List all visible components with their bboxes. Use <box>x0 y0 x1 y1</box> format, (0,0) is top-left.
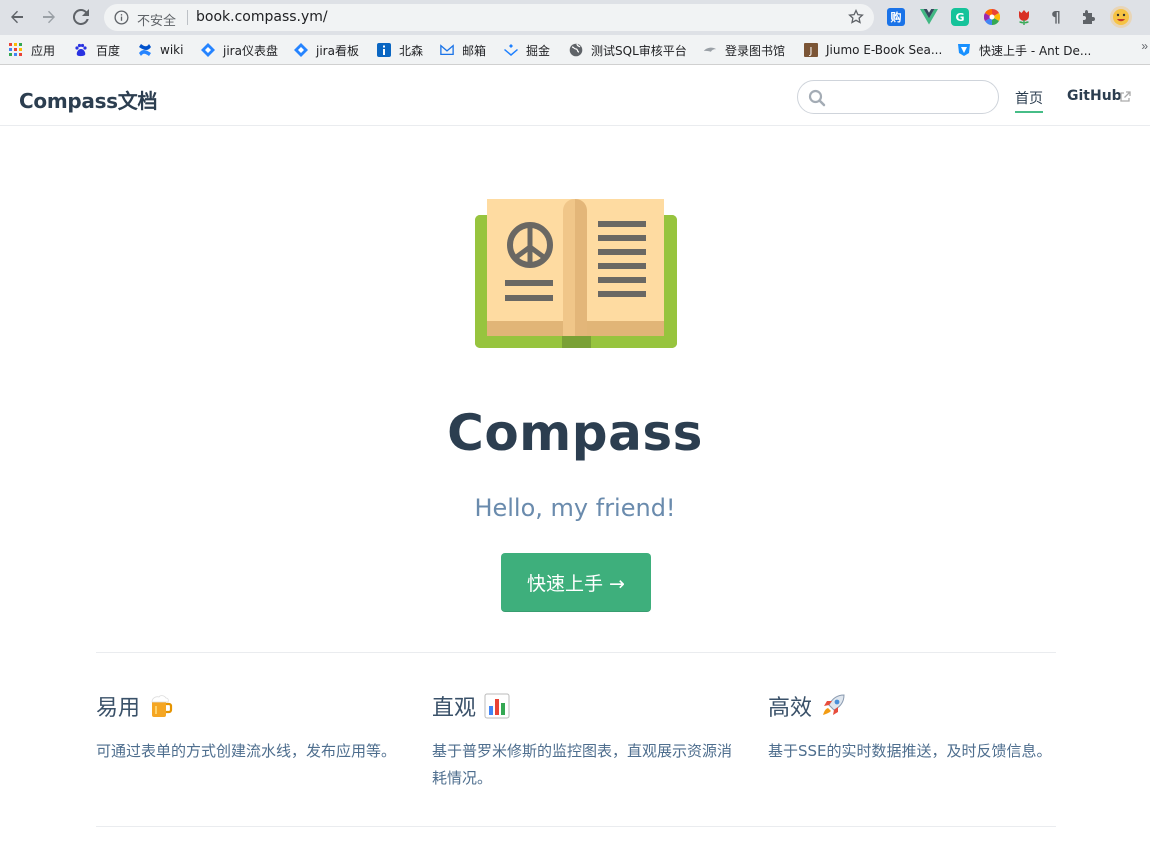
feature-title-text: 高效 <box>768 696 813 721</box>
pilcrow-extension-icon[interactable]: ¶ <box>1047 8 1065 26</box>
beer-icon <box>151 695 173 717</box>
apps-grid-icon <box>9 43 23 57</box>
bookmarks-bar: 应用 百度 wiki jira仪表盘 jira看板 北森 邮箱 掘金 测试SQL… <box>0 35 1150 65</box>
bookmark-label: 掘金 <box>526 43 551 58</box>
confluence-icon <box>138 43 152 57</box>
features-top-divider <box>96 652 1056 653</box>
forward-button[interactable] <box>38 6 60 28</box>
bookmark-star-icon[interactable] <box>848 9 864 25</box>
feature-item: 直观 基于普罗米修斯的监控图表，直观展示资源消耗情况。 <box>432 690 732 792</box>
mail-logo-icon <box>440 43 454 57</box>
feature-description: 基于普罗米修斯的监控图表，直观展示资源消耗情况。 <box>432 742 733 787</box>
bookmark-beisen[interactable]: 北森 <box>377 41 423 59</box>
feature-item: 易用 可通过表单的方式创建流水线，发布应用等。 <box>96 690 396 765</box>
feature-description: 基于SSE的实时数据推送，及时反馈信息。 <box>768 742 1052 760</box>
address-bar[interactable]: 不安全 book.compass.ym/ <box>104 4 874 31</box>
bookmark-mail[interactable]: 邮箱 <box>440 41 486 59</box>
svg-text:J: J <box>809 46 813 57</box>
vue-devtools-extension-icon[interactable] <box>920 8 938 26</box>
url-text[interactable]: book.compass.ym/ <box>196 9 328 25</box>
info-icon[interactable] <box>114 10 129 25</box>
feature-item: 高效 基于SSE的实时数据推送，及时反馈信息。 <box>768 690 1068 765</box>
juejin-icon <box>504 43 518 57</box>
color-wheel-extension-icon[interactable] <box>983 8 1001 26</box>
feature-title: 直观 <box>432 690 732 722</box>
bookmark-label: wiki <box>160 43 184 57</box>
features-bottom-divider <box>96 826 1056 827</box>
bookmark-label: 快速上手 - Ant De... <box>979 43 1092 58</box>
jira-icon <box>201 43 215 57</box>
site-navbar: Compass文档 首页 GitHub <box>0 66 1150 126</box>
bookmark-apps[interactable]: 应用 <box>9 41 55 59</box>
tulip-extension-icon[interactable] <box>1015 8 1033 26</box>
grammarly-extension-icon[interactable]: G <box>951 8 969 26</box>
bookmark-baidu[interactable]: 百度 <box>74 41 120 59</box>
bookmark-label: 登录图书馆 <box>725 43 786 58</box>
bookmark-label: 邮箱 <box>462 43 487 58</box>
feature-title: 高效 <box>768 690 1068 722</box>
bar-chart-icon <box>484 693 510 719</box>
feature-title: 易用 <box>96 690 396 722</box>
feature-title-text: 直观 <box>432 696 477 721</box>
nav-link-github[interactable]: GitHub <box>1067 88 1122 104</box>
insecure-label: 不安全 <box>137 14 177 29</box>
search-icon <box>808 89 826 107</box>
reload-icon <box>73 9 89 25</box>
bookmark-label: jira看板 <box>316 43 359 58</box>
bookmark-label: jira仪表盘 <box>223 43 278 58</box>
bookmark-label: 北森 <box>399 43 424 58</box>
bookmark-jira-dashboard[interactable]: jira仪表盘 <box>201 41 278 59</box>
feature-description: 可通过表单的方式创建流水线，发布应用等。 <box>96 742 397 760</box>
jiumo-icon: J <box>804 43 818 57</box>
feature-title-text: 易用 <box>96 696 141 721</box>
bookmark-label: 应用 <box>31 43 56 58</box>
bookmark-label: 测试SQL审核平台 <box>591 43 687 58</box>
bookmarks-overflow-chevron-icon[interactable]: » <box>1141 39 1148 53</box>
bookmark-sql-audit[interactable]: 测试SQL审核平台 <box>569 41 687 59</box>
rocket-icon <box>823 694 845 715</box>
bookmark-jiumo[interactable]: J Jiumo E-Book Sea... <box>804 41 942 59</box>
vue-shield-icon <box>957 43 971 57</box>
bookmark-ant-design-vue[interactable]: 快速上手 - Ant De... <box>957 41 1091 59</box>
gouwu-extension-icon[interactable]: 购 <box>887 8 905 26</box>
globe-icon <box>569 43 583 57</box>
site-title[interactable]: Compass文档 <box>19 85 157 114</box>
bookmark-library[interactable]: 登录图书馆 <box>703 41 785 59</box>
jira-icon <box>294 43 308 57</box>
back-button[interactable] <box>6 6 28 28</box>
forward-arrow-icon <box>43 10 55 24</box>
bookmark-juejin[interactable]: 掘金 <box>504 41 550 59</box>
reload-button[interactable] <box>70 6 92 28</box>
browser-toolbar: 不安全 book.compass.ym/ 购 G ¶ <box>0 0 1150 35</box>
external-link-icon <box>1120 91 1131 102</box>
library-icon <box>703 43 717 57</box>
bookmark-jira-board[interactable]: jira看板 <box>294 41 359 59</box>
puzzle-extensions-icon[interactable] <box>1079 8 1097 26</box>
nav-link-home[interactable]: 首页 <box>1015 88 1043 113</box>
open-book-icon <box>475 199 677 348</box>
back-arrow-icon <box>11 10 23 24</box>
search-box[interactable] <box>797 80 999 114</box>
hero-title: Compass <box>447 404 703 462</box>
info-square-icon <box>377 43 391 57</box>
get-started-button[interactable]: 快速上手 → <box>501 553 651 612</box>
bookmark-wiki[interactable]: wiki <box>138 41 183 59</box>
search-input[interactable] <box>832 86 987 108</box>
omnibox-separator <box>187 10 188 25</box>
profile-avatar-icon[interactable] <box>1110 6 1132 28</box>
bookmark-label: Jiumo E-Book Sea... <box>826 43 943 57</box>
bookmark-label: 百度 <box>96 43 121 58</box>
hero-description: Hello, my friend! <box>474 494 676 522</box>
baidu-paw-icon <box>74 43 88 57</box>
